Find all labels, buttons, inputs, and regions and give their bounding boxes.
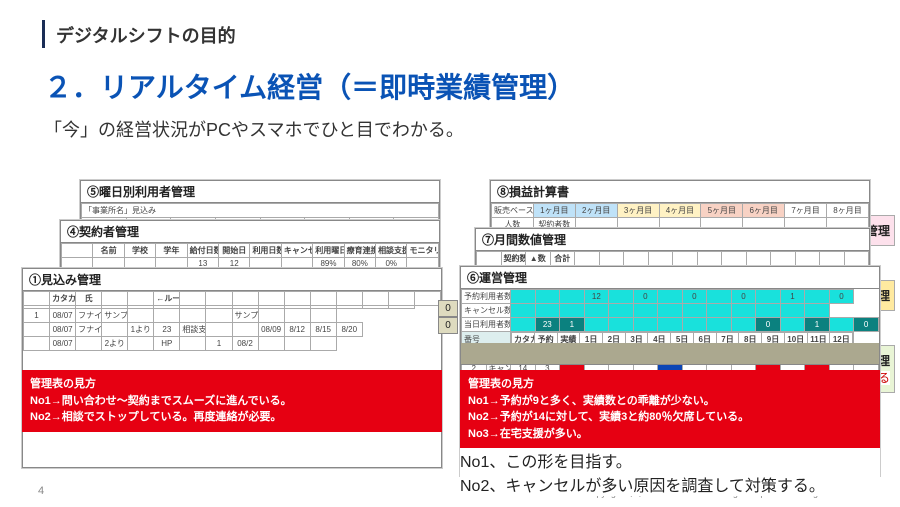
panel-4-title: ④契約者管理 (61, 221, 439, 243)
zero-indicator: 00 (438, 300, 458, 334)
red-note-right: 管理表の見方 No1→予約が9と多く、実績数との乖離が少ない。 No2→予約が1… (460, 370, 880, 448)
p6-pad (460, 343, 880, 365)
subtitle: 「今」の経営状況がPCやスマホでひと目でわかる。 (44, 116, 464, 142)
panel-7-title: ⑦月間数値管理 (476, 229, 869, 251)
panel-8-title: ⑧損益計算書 (491, 181, 869, 203)
panel-8-soneki: ⑧損益計算書 販売ベース1ヶ月目2ヶ月目3ヶ月目4ヶ月目5ヶ月目6ヶ月目7ヶ月目… (490, 180, 870, 230)
main-title: ２．リアルタイム経営（＝即時業績管理） (44, 66, 575, 106)
red-note-right-wrap: 管理表の見方 No1→予約が9と多く、実績数との乖離が少ない。 No2→予約が1… (460, 370, 880, 496)
panel-5-title: ⑤曜日別利用者管理 (81, 181, 439, 203)
panel-1-mikomi: ①見込み管理 カタカナ氏←ルート：GHP、リアル、紹介他後、 108/07フナイ… (22, 268, 442, 468)
red-note-left: 管理表の見方 No1→問い合わせ～契約までスムーズに進んでいる。 No2→相談で… (22, 370, 442, 432)
panel-6-title: ⑥運営管理 (461, 267, 879, 289)
p1-table: カタカナ氏←ルート：GHP、リアル、紹介他後、 108/07フナイタロウサンプ小… (23, 291, 441, 351)
p4-table: 名前学校学年給付日数※開始日利用日数(予定)キャンセル率利用曜日療育連携医師所相… (61, 243, 439, 270)
p6-notes: No1、この形を目指す。 No2、キャンセルが多い原因を調査して対策する。 (460, 448, 880, 496)
section-title: デジタルシフトの目的 (56, 22, 236, 48)
panel-1-title: ①見込み管理 (23, 269, 441, 291)
page-number: 4 (38, 485, 44, 497)
section-bar (42, 20, 45, 48)
